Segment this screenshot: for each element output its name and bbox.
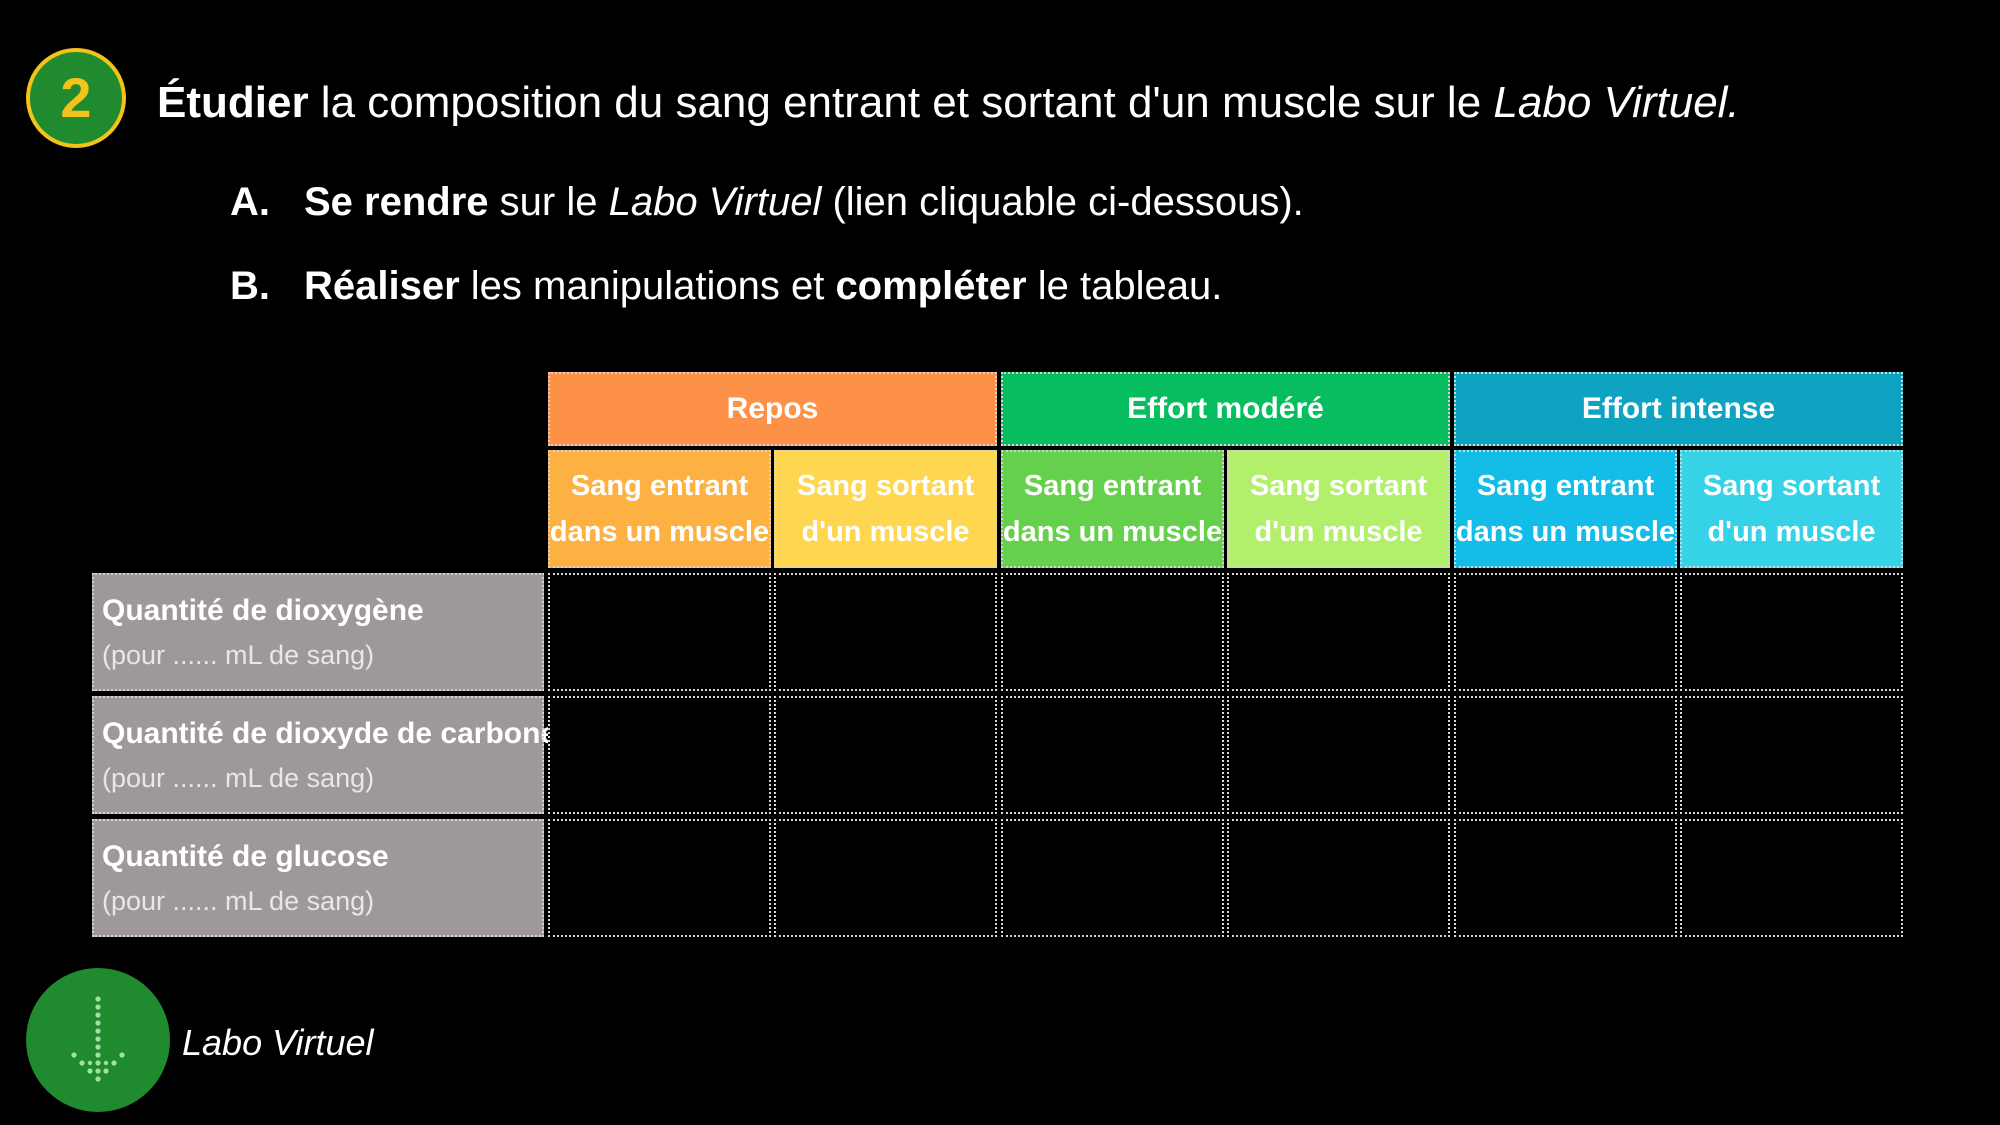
instruction-b: B. Réaliser les manipulations et complét… <box>230 264 1222 309</box>
subheader-line2: dans un muscle <box>1002 516 1223 548</box>
table-cell[interactable] <box>548 819 771 937</box>
subheader-line1: Sang entrant <box>570 470 749 502</box>
row-header-dioxygene: Quantité de dioxygène (pour ...... mL de… <box>92 573 544 691</box>
table-cell[interactable] <box>1001 573 1224 691</box>
table-cell[interactable] <box>548 573 771 691</box>
table-cell[interactable] <box>548 696 771 814</box>
group-header-repos: Repos <box>548 372 997 446</box>
subheader-line2: dans un muscle <box>549 516 770 548</box>
table-cell[interactable] <box>1454 819 1677 937</box>
step-number: 2 <box>60 66 92 129</box>
step-number-badge: 2 <box>26 48 126 148</box>
row-header-glucose: Quantité de glucose (pour ...... mL de s… <box>92 819 544 937</box>
table-cell[interactable] <box>774 819 997 937</box>
instruction-a-verb: Se rendre <box>304 180 489 224</box>
subheader-line1: Sang sortant <box>1702 470 1881 502</box>
table-cell[interactable] <box>1680 819 1903 937</box>
download-arrow-icon <box>63 993 133 1088</box>
instruction-b-verb2: compléter <box>835 264 1027 308</box>
table-cell[interactable] <box>1680 696 1903 814</box>
row-header-title: Quantité de dioxygène <box>102 593 424 627</box>
table-cell[interactable] <box>774 573 997 691</box>
group-header-label: Repos <box>726 392 819 425</box>
title-text: la composition du sang entrant et sortan… <box>308 78 1494 127</box>
row-header-subtitle: (pour ...... mL de sang) <box>102 639 375 670</box>
subheader-modere-entrant: Sang entrant dans un muscle <box>1001 450 1224 568</box>
row-header-title: Quantité de glucose <box>102 839 389 873</box>
instruction-b-text1: les manipulations et <box>459 264 836 308</box>
instruction-b-marker: B. <box>230 264 270 308</box>
row-header-subtitle: (pour ...... mL de sang) <box>102 885 375 916</box>
subheader-line1: Sang sortant <box>796 470 975 502</box>
instruction-a: A. Se rendre sur le Labo Virtuel (lien c… <box>230 180 1304 225</box>
subheader-repos-entrant: Sang entrant dans un muscle <box>548 450 771 568</box>
table-cell[interactable] <box>1001 696 1224 814</box>
subheader-line1: Sang entrant <box>1476 470 1655 502</box>
subheader-line1: Sang entrant <box>1023 470 1202 502</box>
table-cell[interactable] <box>1680 573 1903 691</box>
title-verb: Étudier <box>157 78 309 127</box>
row-header-title: Quantité de dioxyde de carbone <box>102 716 558 750</box>
instruction-a-text1: sur le <box>488 180 609 224</box>
subheader-line2: d'un muscle <box>801 516 970 548</box>
table-cell[interactable] <box>1454 573 1677 691</box>
table-cell[interactable] <box>1001 819 1224 937</box>
group-header-label: Effort modéré <box>1127 392 1324 425</box>
table-cell[interactable] <box>1227 573 1450 691</box>
instruction-a-text2: (lien cliquable ci-dessous). <box>821 180 1304 224</box>
results-table: Repos Effort modéré Effort intense Sang … <box>0 0 2000 1125</box>
subheader-line2: d'un muscle <box>1254 516 1423 548</box>
table-cell[interactable] <box>1454 696 1677 814</box>
labo-virtuel-link-button[interactable] <box>26 968 170 1112</box>
subheader-line2: d'un muscle <box>1707 516 1876 548</box>
subheader-line2: dans un muscle <box>1455 516 1676 548</box>
subheader-modere-sortant: Sang sortant d'un muscle <box>1227 450 1450 568</box>
instruction-a-italic: Labo Virtuel <box>608 180 822 224</box>
subheader-intense-sortant: Sang sortant d'un muscle <box>1680 450 1903 568</box>
activity-title: Étudier la composition du sang entrant e… <box>157 78 1740 128</box>
table-cell[interactable] <box>1227 819 1450 937</box>
group-header-label: Effort intense <box>1581 392 1776 425</box>
table-cell[interactable] <box>1227 696 1450 814</box>
subheader-repos-sortant: Sang sortant d'un muscle <box>774 450 997 568</box>
subheader-intense-entrant: Sang entrant dans un muscle <box>1454 450 1677 568</box>
subheader-line1: Sang sortant <box>1249 470 1428 502</box>
labo-virtuel-link[interactable]: Labo Virtuel <box>182 1022 373 1064</box>
instruction-a-marker: A. <box>230 180 270 224</box>
instruction-b-verb: Réaliser <box>304 264 460 308</box>
table-cell[interactable] <box>774 696 997 814</box>
row-header-subtitle: (pour ...... mL de sang) <box>102 762 375 793</box>
group-header-effort-intense: Effort intense <box>1454 372 1903 446</box>
instruction-b-text2: le tableau. <box>1026 264 1223 308</box>
row-header-dioxyde-carbone: Quantité de dioxyde de carbone (pour ...… <box>92 696 557 814</box>
title-italic: Labo Virtuel. <box>1493 78 1740 127</box>
group-header-effort-modere: Effort modéré <box>1001 372 1450 446</box>
